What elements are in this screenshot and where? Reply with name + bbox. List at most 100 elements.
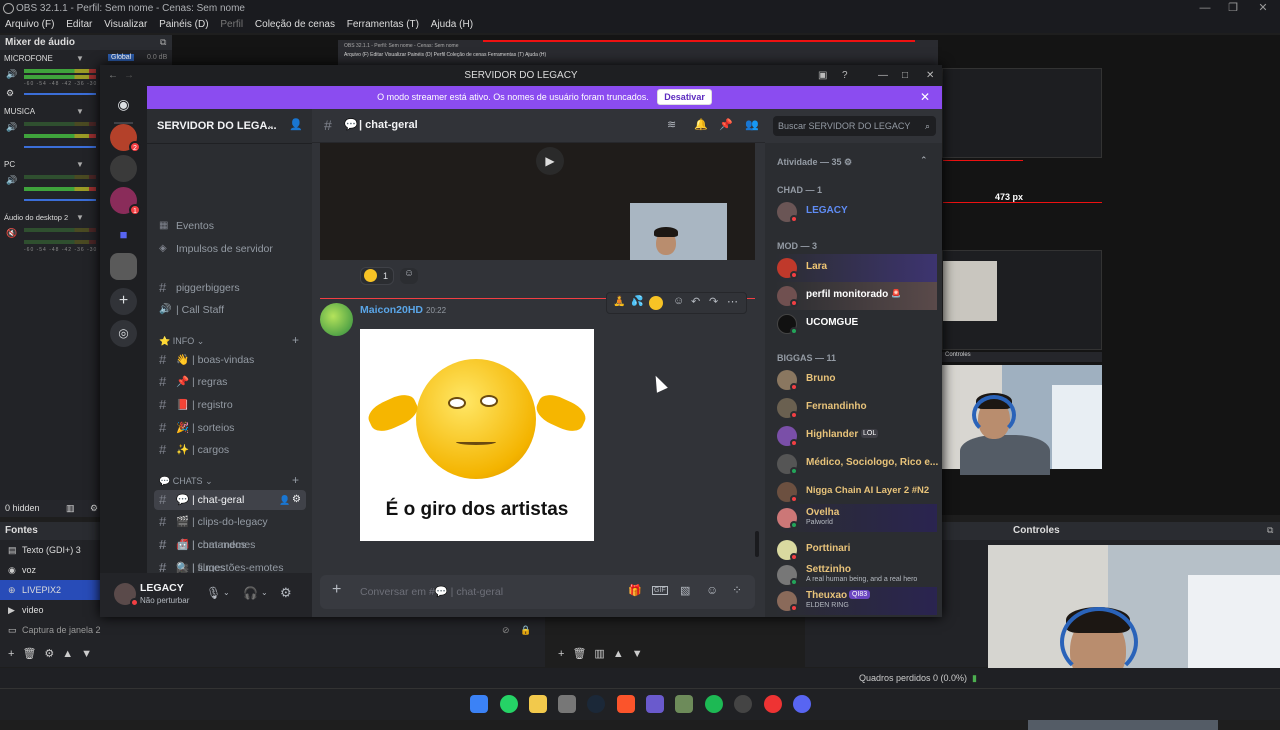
emoji-picker-icon[interactable]: ☺ xyxy=(706,583,718,597)
obs-icon[interactable] xyxy=(734,695,752,713)
down-icon[interactable]: ▼ xyxy=(632,648,643,660)
close-icon[interactable]: ✕ xyxy=(926,65,934,86)
forward-icon[interactable]: ↷ xyxy=(709,295,718,308)
folder-icon[interactable] xyxy=(529,695,547,713)
category-info[interactable]: ⭐ INFO ⌄ xyxy=(159,336,204,347)
trash-icon[interactable]: 🗑 xyxy=(572,648,586,660)
add-channel-icon[interactable]: + xyxy=(292,473,299,487)
menu-arquivo[interactable]: Arquivo (F) xyxy=(5,19,54,30)
channel-item[interactable]: # 🎬 | clips-do-legacy xyxy=(154,512,306,532)
channel-item[interactable]: # piggerbiggers xyxy=(154,278,306,298)
close-icon[interactable]: ✕ xyxy=(920,86,930,109)
start-icon[interactable] xyxy=(470,695,488,713)
minimize-button[interactable]: — xyxy=(1190,0,1220,17)
menu-editar[interactable]: Editar xyxy=(66,19,92,30)
chevron-up-icon[interactable]: ⌃ xyxy=(920,155,928,166)
add-member-icon[interactable]: 👤 xyxy=(279,490,290,510)
muted-speaker-icon[interactable]: 🔇 xyxy=(6,228,17,239)
chevron-down-icon[interactable]: ▼ xyxy=(76,213,84,222)
chevron-down-icon[interactable]: ▼ xyxy=(76,54,84,63)
lock-icon[interactable]: 🔒 xyxy=(520,620,531,640)
channel-item[interactable]: # 🔍 | sugestões-emotes xyxy=(154,558,306,572)
member-item[interactable]: perfil monitorado 🚨 xyxy=(775,282,937,310)
chevron-down-icon[interactable]: ▼ xyxy=(76,107,84,116)
channel-item[interactable]: # 📕 | registro xyxy=(154,395,306,415)
channel-item[interactable]: # 👋 | boas-vindas xyxy=(154,350,306,370)
app-icon[interactable] xyxy=(675,695,693,713)
discord-taskbar-icon[interactable] xyxy=(793,695,811,713)
chevron-down-icon[interactable]: ⌄ xyxy=(267,120,275,131)
add-channel-icon[interactable]: + xyxy=(292,333,299,347)
server-name[interactable]: SERVIDOR DO LEGA... xyxy=(157,120,277,132)
channel-item[interactable]: # 🤖 | comandos xyxy=(154,535,306,555)
meme-image[interactable]: É o giro dos artistas xyxy=(360,329,594,541)
filter-icon[interactable]: ▥ xyxy=(594,648,604,660)
menu-paineis[interactable]: Painéis (D) xyxy=(159,19,208,30)
pin-icon[interactable]: 📌 xyxy=(719,118,733,131)
apps-icon[interactable]: ⁘ xyxy=(732,583,742,597)
member-item[interactable]: Fernandinho xyxy=(775,394,937,422)
add-icon[interactable]: + xyxy=(8,648,14,660)
server-icon[interactable] xyxy=(110,155,137,182)
add-member-icon[interactable]: 👤 xyxy=(289,118,303,131)
close-button[interactable]: ✕ xyxy=(1248,0,1278,17)
message-list[interactable]: ▶ 1 ☺ 🧘 💦 ☺ ↶ ↷ ⋯ Maicon20HD 20:22 É o g… xyxy=(312,143,765,573)
reaction-icon[interactable]: 💦 xyxy=(631,296,643,307)
chevron-down-icon[interactable]: ▼ xyxy=(76,160,84,169)
add-attachment-icon[interactable]: + xyxy=(332,581,341,599)
emoji-icon[interactable] xyxy=(649,296,663,310)
play-icon[interactable]: ▶ xyxy=(536,147,564,175)
headphones-icon[interactable]: 🎧 xyxy=(243,586,258,600)
video-embed[interactable]: ▶ xyxy=(320,143,755,260)
events-item[interactable]: ▦ Eventos xyxy=(154,216,306,236)
member-item[interactable]: Porttinari xyxy=(775,536,937,564)
speaker-icon[interactable]: 🔊 xyxy=(6,122,17,133)
member-item[interactable]: Lara xyxy=(775,254,937,282)
source-item[interactable]: ▭ Captura de janela 2 ⊘ 🔒 xyxy=(0,620,545,640)
member-item[interactable]: LEGACY xyxy=(775,198,937,226)
gif-icon[interactable]: GIF xyxy=(652,586,668,595)
dock-icon[interactable]: ⧉ xyxy=(1267,525,1273,536)
gift-icon[interactable]: 🎁 xyxy=(628,584,642,597)
avatar[interactable] xyxy=(320,303,353,336)
search-input[interactable]: Buscar SERVIDOR DO LEGACY ⌕ xyxy=(773,116,936,136)
up-icon[interactable]: ▲ xyxy=(62,648,73,660)
deactivate-button[interactable]: Desativar xyxy=(657,89,712,105)
add-reaction-icon[interactable]: ☺ xyxy=(673,295,684,307)
gear-icon[interactable]: ⚙ xyxy=(292,490,301,510)
folder-icon[interactable]: ■ xyxy=(110,221,137,248)
explore-icon[interactable]: ◎ xyxy=(110,320,137,347)
back-icon[interactable]: ← xyxy=(108,65,118,86)
member-item[interactable]: Médico, Sociologo, Rico e... xyxy=(775,450,938,478)
member-item[interactable]: Theuxao QI83 ELDEN RING xyxy=(775,587,937,615)
app-icon[interactable] xyxy=(646,695,664,713)
add-icon[interactable]: + xyxy=(558,648,564,660)
more-icon[interactable]: ⋯ xyxy=(727,295,738,308)
inbox-icon[interactable]: ▣ xyxy=(818,65,827,86)
channel-item-selected[interactable]: # 💬 | chat-geral 👤 ⚙ xyxy=(154,490,306,510)
layout-icon[interactable]: ▥ xyxy=(66,500,75,517)
menu-ferramentas[interactable]: Ferramentas (T) xyxy=(347,19,419,30)
help-icon[interactable]: ? xyxy=(842,65,848,86)
maximize-icon[interactable]: □ xyxy=(902,65,908,86)
voice-channel-item[interactable]: 🔊 | Call Staff xyxy=(154,300,306,320)
server-icon[interactable]: 1 xyxy=(110,187,141,216)
channel-item[interactable]: # 🎉 | sorteios xyxy=(154,418,306,438)
whatsapp-icon[interactable] xyxy=(500,695,518,713)
member-item[interactable]: Settzinho A real human being, and a real … xyxy=(775,561,937,589)
add-server-icon[interactable]: + xyxy=(110,288,137,315)
member-item[interactable]: UCOMGUE xyxy=(775,310,937,338)
settings-icon[interactable]: ⚙ xyxy=(6,88,14,99)
member-item[interactable]: Ovelha Palworld xyxy=(775,504,937,532)
message-author[interactable]: Maicon20HD xyxy=(360,304,423,316)
minimize-icon[interactable]: — xyxy=(878,65,888,86)
up-icon[interactable]: ▲ xyxy=(613,648,624,660)
menu-visualizar[interactable]: Visualizar xyxy=(104,19,147,30)
menu-perfil[interactable]: Perfil xyxy=(220,19,243,30)
maximize-button[interactable]: ❐ xyxy=(1218,0,1248,17)
gear-icon[interactable]: ⚙ xyxy=(44,648,54,660)
spotify-icon[interactable] xyxy=(705,695,723,713)
gear-icon[interactable]: ⚙ xyxy=(280,585,292,601)
chevron-down-icon[interactable]: ⌄ xyxy=(261,588,268,597)
server-icon[interactable]: 2 xyxy=(110,124,141,153)
